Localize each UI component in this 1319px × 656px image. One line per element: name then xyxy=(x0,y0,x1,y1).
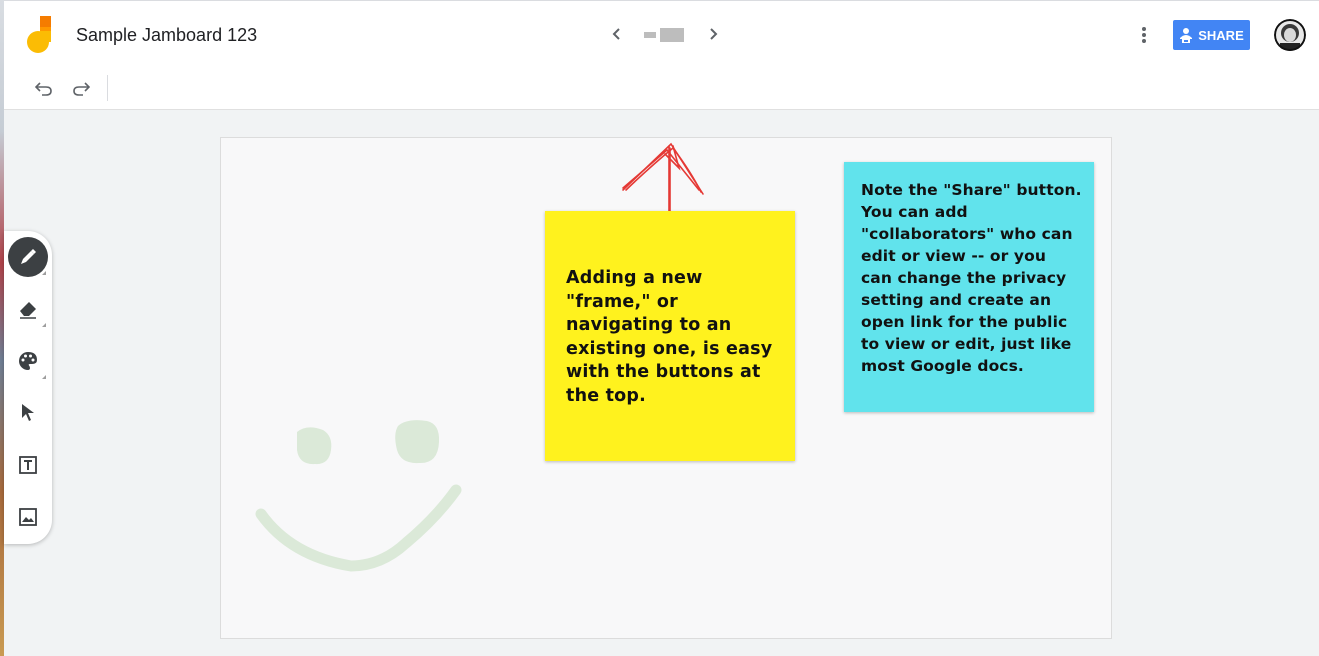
frame-thumb-current[interactable] xyxy=(660,28,684,42)
text-box-icon xyxy=(19,456,37,474)
smiley-right-eye xyxy=(395,420,440,464)
edit-toolbar xyxy=(4,67,1319,110)
tool-text[interactable] xyxy=(8,445,48,485)
undo-button[interactable] xyxy=(33,78,55,100)
toolbar-divider xyxy=(107,75,108,101)
share-label: SHARE xyxy=(1198,27,1244,43)
more-options-button[interactable] xyxy=(1132,23,1156,47)
redo-button[interactable] xyxy=(70,78,92,100)
tool-panel xyxy=(4,231,52,544)
pen-icon xyxy=(21,249,36,264)
sticky-note-yellow[interactable]: Adding a new "frame," or navigating to a… xyxy=(545,211,795,461)
tool-pen[interactable] xyxy=(8,237,48,277)
previous-frame-button[interactable] xyxy=(605,22,629,46)
tool-select[interactable] xyxy=(8,393,48,433)
sticky-note-cyan[interactable]: Note the "Share" button. You can add "co… xyxy=(844,162,1094,412)
tool-color[interactable] xyxy=(8,341,48,381)
pointer-icon xyxy=(22,404,34,421)
smiley-left-eye xyxy=(297,427,332,465)
frame-thumb-previous[interactable] xyxy=(644,32,656,38)
tool-eraser[interactable] xyxy=(8,289,48,329)
frame-bar[interactable] xyxy=(644,28,684,42)
palette-icon xyxy=(19,352,37,370)
expand-corner xyxy=(42,323,46,327)
person-lock-icon xyxy=(1179,27,1193,43)
jamboard-canvas[interactable]: Adding a new "frame," or navigating to a… xyxy=(220,137,1112,639)
sticky-note-text: Adding a new "frame," or navigating to a… xyxy=(566,268,773,406)
smiley-mouth xyxy=(255,484,462,572)
expand-corner xyxy=(42,375,46,379)
sticky-note-text: Note the "Share" button. You can add "co… xyxy=(861,181,1082,375)
eraser-icon xyxy=(20,302,36,319)
document-title[interactable]: Sample Jamboard 123 xyxy=(76,25,257,46)
share-button[interactable]: SHARE xyxy=(1173,20,1250,50)
redo-icon xyxy=(73,82,90,96)
undo-icon xyxy=(35,82,52,96)
more-vert-icon xyxy=(1142,27,1146,43)
jamboard-logo-icon[interactable] xyxy=(26,16,54,54)
tool-image[interactable] xyxy=(8,497,48,537)
user-avatar[interactable] xyxy=(1274,19,1306,51)
top-bar: Sample Jamboard 123 SHARE xyxy=(4,0,1319,68)
image-icon xyxy=(19,508,37,526)
chevron-left-icon xyxy=(612,28,620,40)
next-frame-button[interactable] xyxy=(701,22,725,46)
expand-corner xyxy=(42,271,46,275)
chevron-right-icon xyxy=(710,28,718,40)
